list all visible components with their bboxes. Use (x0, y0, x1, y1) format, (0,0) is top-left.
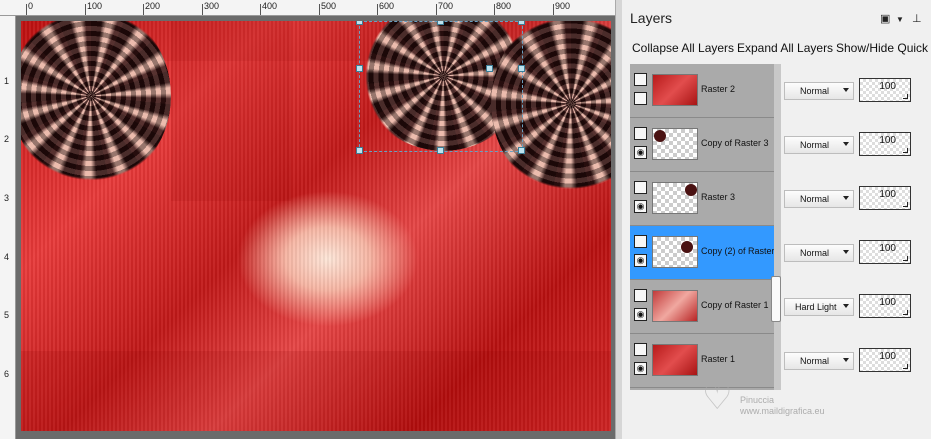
resize-handle[interactable] (518, 65, 525, 72)
resize-handle[interactable] (356, 65, 363, 72)
blend-mode-select[interactable]: Normal (784, 244, 854, 262)
layer-type-icon (634, 181, 647, 194)
blend-mode-select[interactable]: Normal (784, 136, 854, 154)
ruler-vertical: 1 2 3 4 5 6 (0, 16, 16, 439)
chevron-down-icon (843, 88, 849, 92)
layers-toolbar: Collapse All Layers Expand All Layers Sh… (622, 38, 931, 58)
layer-thumbnail (652, 182, 698, 214)
panel-header: Layers ▣ ▼ ⊥ (622, 0, 931, 34)
ruler-top-label: 700 (438, 1, 454, 11)
menu-arrow-icon[interactable]: ▼ (896, 15, 904, 24)
eye-icon[interactable]: ◉ (634, 362, 647, 375)
eye-icon[interactable]: ◉ (634, 254, 647, 267)
ruler-top-label: 100 (87, 1, 103, 11)
layer-type-icon (634, 127, 647, 140)
resize-handle[interactable] (518, 147, 525, 154)
blend-mode-select[interactable]: Normal (784, 82, 854, 100)
layer-name: Raster 2 (701, 84, 736, 94)
blend-mode-select[interactable]: Normal (784, 190, 854, 208)
opacity-field[interactable]: 100 (859, 294, 911, 318)
chevron-down-icon (843, 142, 849, 146)
pin-icon[interactable]: ⊥ (912, 12, 922, 25)
chevron-down-icon (843, 304, 849, 308)
layer-thumbnail (652, 344, 698, 376)
chevron-down-icon (843, 358, 849, 362)
show-hide-quick-button[interactable]: Show/Hide Quick S (836, 41, 931, 55)
ruler-horizontal: 0 100 200 300 400 500 600 700 800 900 (0, 0, 615, 16)
ruler-left-label: 3 (4, 193, 10, 203)
selection-marquee[interactable] (356, 21, 525, 154)
eye-icon[interactable]: ◉ (634, 146, 647, 159)
resize-handle[interactable] (437, 147, 444, 154)
panel-splitter[interactable] (615, 0, 622, 439)
chevron-down-icon (843, 196, 849, 200)
resize-handle[interactable] (356, 147, 363, 154)
layer-list: Raster 2 ◉ Copy of Raster 3 ◉ Raster 3 ◉ (630, 64, 774, 390)
eye-icon[interactable]: ◉ (634, 200, 647, 213)
image-canvas[interactable] (21, 21, 611, 431)
watermark-name: Pinuccia (740, 395, 775, 405)
layer-name: Raster 1 (701, 354, 736, 364)
ruler-top-label: 600 (379, 1, 395, 11)
eye-icon[interactable]: ◉ (634, 308, 647, 321)
layer-row[interactable]: ◉ Copy of Raster 1 (630, 280, 774, 334)
collapse-all-button[interactable]: Collapse All Layers (632, 41, 734, 55)
resize-handle[interactable] (356, 21, 363, 25)
opacity-field[interactable]: 100 (859, 132, 911, 156)
layer-type-icon (634, 235, 647, 248)
resize-handle[interactable] (437, 21, 444, 25)
ruler-left-label: 1 (4, 76, 10, 86)
layer-thumbnail (652, 74, 698, 106)
layer-thumbnail (652, 128, 698, 160)
ruler-left-label: 2 (4, 134, 10, 144)
watermark-url: www.maildigrafica.eu (740, 406, 825, 416)
layer-name: Copy (2) of Raster (701, 246, 774, 256)
layer-thumbnail (652, 236, 698, 268)
ruler-top-label: 900 (555, 1, 571, 11)
layer-properties: Normal 100 Normal 100 Normal 100 Normal … (781, 64, 931, 390)
layer-type-icon (634, 289, 647, 302)
layers-panel: Layers ▣ ▼ ⊥ Collapse All Layers Expand … (622, 0, 931, 439)
layer-name: Copy of Raster 3 (701, 138, 769, 148)
blend-mode-select[interactable]: Normal (784, 352, 854, 370)
heart-logo-icon: ♡ (702, 379, 733, 417)
layer-thumbnail (652, 290, 698, 322)
resize-handle[interactable] (486, 65, 493, 72)
opacity-field[interactable]: 100 (859, 240, 911, 264)
ruler-top-label: 300 (204, 1, 220, 11)
layer-row-selected[interactable]: ◉ Copy (2) of Raster (630, 226, 774, 280)
layer-type-icon (634, 73, 647, 86)
ruler-top-label: 800 (496, 1, 512, 11)
canvas-workspace: 0 100 200 300 400 500 600 700 800 900 1 … (0, 0, 615, 439)
watermark: ♡ Pinuccia www.maildigrafica.eu (692, 378, 931, 433)
opacity-field[interactable]: 100 (859, 348, 911, 372)
panel-title: Layers (630, 10, 673, 26)
layer-row[interactable]: Raster 2 (630, 64, 774, 118)
ruler-top-label: 0 (28, 1, 34, 11)
scrollbar-thumb[interactable] (771, 276, 781, 322)
ruler-top-label: 200 (145, 1, 161, 11)
opacity-field[interactable]: 100 (859, 78, 911, 102)
visibility-off-icon[interactable] (634, 92, 647, 105)
opacity-field[interactable]: 100 (859, 186, 911, 210)
ruler-left-label: 4 (4, 252, 10, 262)
ruler-top-label: 500 (321, 1, 337, 11)
chevron-down-icon (843, 250, 849, 254)
blend-mode-select[interactable]: Hard Light (784, 298, 854, 316)
expand-all-button[interactable]: Expand All Layers (737, 41, 833, 55)
resize-handle[interactable] (518, 21, 525, 25)
ruler-top-label: 400 (262, 1, 278, 11)
ruler-left-label: 5 (4, 310, 10, 320)
dock-icon[interactable]: ▣ (880, 12, 890, 25)
layer-name: Copy of Raster 1 (701, 300, 769, 310)
layers-scrollbar[interactable] (774, 64, 781, 390)
layer-row[interactable]: ◉ Raster 3 (630, 172, 774, 226)
layer-name: Raster 3 (701, 192, 736, 202)
layer-type-icon (634, 343, 647, 356)
layer-row[interactable]: ◉ Copy of Raster 3 (630, 118, 774, 172)
ruler-left-label: 6 (4, 369, 10, 379)
